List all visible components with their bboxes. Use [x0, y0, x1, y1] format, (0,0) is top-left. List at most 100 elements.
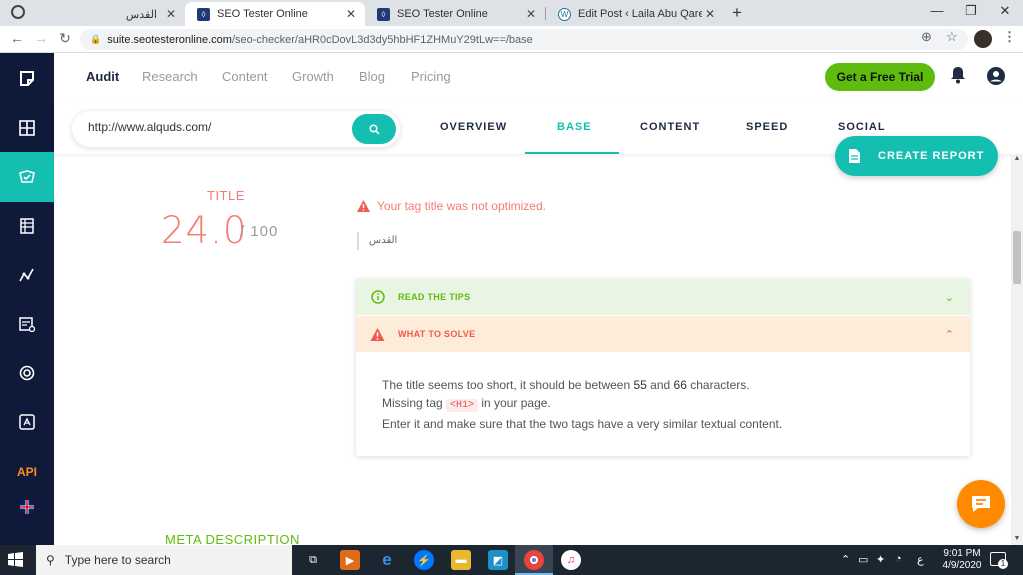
nav-pricing[interactable]: Pricing — [411, 69, 451, 84]
search-icon: ⚲ — [46, 553, 55, 567]
sidebar-item-backlinks[interactable] — [0, 397, 54, 447]
chrome-menu-icon[interactable] — [11, 5, 25, 19]
sidebar-item-reports[interactable] — [0, 201, 54, 251]
analyze-search-button[interactable] — [352, 114, 396, 144]
tab-title: القدس — [125, 8, 157, 21]
store-icon[interactable]: ◩ — [488, 550, 508, 570]
chat-support-button[interactable] — [957, 480, 1005, 528]
tab-social[interactable]: SOCIAL — [838, 121, 886, 133]
minimize-icon[interactable]: — — [922, 3, 952, 18]
bookmark-star-icon[interactable]: ☆ — [946, 29, 958, 45]
user-account-icon[interactable] — [987, 67, 1005, 85]
read-the-tips-label: READ THE TIPS — [398, 292, 471, 302]
nav-audit[interactable]: Audit — [86, 69, 119, 84]
input-language[interactable]: ع — [917, 553, 924, 566]
tab-close-icon[interactable]: ✕ — [163, 7, 179, 21]
taskbar-clock[interactable]: 9:01 PM 4/9/2020 — [938, 548, 986, 572]
create-report-label: CREATE REPORT — [878, 150, 985, 162]
tab-close-icon[interactable]: ✕ — [343, 7, 359, 21]
read-the-tips-header[interactable]: READ THE TIPS ⌄ — [356, 279, 970, 315]
url-path: /seo-checker/aHR0cDovL3d3dy5hbHF1ZHMuY29… — [231, 33, 533, 46]
sidebar-item-analytics[interactable] — [0, 250, 54, 300]
nav-content[interactable]: Content — [222, 69, 268, 84]
itunes-icon[interactable]: ♫ — [561, 550, 581, 570]
table-icon — [20, 218, 34, 234]
sidebar-item-seo-checker[interactable] — [0, 152, 54, 202]
warning-triangle-icon — [370, 327, 385, 341]
advice-line-2: Missing tag <H1> in your page. — [382, 396, 551, 412]
url-input[interactable] — [88, 120, 343, 134]
profile-avatar[interactable] — [974, 30, 992, 48]
omnibox[interactable]: 🔒 suite.seotesteronline.com/seo-checker/… — [80, 29, 968, 50]
chevron-up-icon: ⌃ — [944, 328, 954, 341]
target-icon — [19, 365, 35, 381]
forward-icon[interactable]: → — [32, 30, 50, 46]
tab-close-icon[interactable]: ✕ — [702, 7, 718, 21]
chrome-icon[interactable] — [524, 550, 544, 570]
tab-title: SEO Tester Online — [217, 8, 308, 20]
what-to-solve-header[interactable]: WHAT TO SOLVE ⌃ — [356, 316, 970, 352]
title-score: 24.0 — [161, 209, 248, 252]
tab-close-icon[interactable]: ✕ — [523, 7, 539, 21]
zoom-icon[interactable]: ⊕ — [921, 29, 932, 45]
taskbar-search-box[interactable]: ⚲ Type here to search — [36, 545, 292, 575]
notification-center-icon[interactable]: 1 — [990, 552, 1008, 569]
new-tab-button[interactable]: + — [732, 3, 742, 23]
grid-icon — [19, 120, 35, 136]
what-to-solve-label: WHAT TO SOLVE — [398, 329, 476, 339]
nav-growth[interactable]: Growth — [292, 69, 334, 84]
tab-title: SEO Tester Online — [397, 8, 488, 20]
scroll-up-arrow-icon[interactable]: ▲ — [1012, 155, 1022, 162]
restore-icon[interactable]: ❐ — [956, 3, 986, 19]
seo-tester-favicon-icon: ◊ — [197, 7, 210, 21]
dropbox-icon[interactable]: ✦ — [876, 553, 885, 566]
taskbar-search-placeholder: Type here to search — [64, 553, 171, 567]
sidebar-item-api[interactable]: API — [0, 465, 54, 479]
file-explorer-icon[interactable]: ▬ — [451, 550, 471, 570]
reload-icon[interactable]: ↻ — [56, 30, 74, 47]
page-scrollbar[interactable] — [1011, 154, 1023, 545]
tab-overview[interactable]: OVERVIEW — [440, 121, 507, 133]
nav-blog[interactable]: Blog — [359, 69, 385, 84]
info-circle-icon — [371, 290, 385, 304]
bell-icon[interactable] — [951, 66, 965, 84]
free-trial-button[interactable]: Get a Free Trial — [825, 63, 935, 91]
sidebar-logo[interactable] — [0, 53, 54, 103]
sidebar-item-monitor[interactable] — [0, 348, 54, 398]
scrollbar-thumb[interactable] — [1013, 231, 1021, 284]
sidebar: API — [0, 53, 54, 545]
title-warning: Your tag title was not optimized. — [357, 199, 546, 213]
title-score-max: / 100 — [240, 223, 279, 240]
task-view-icon[interactable]: ⧉ — [303, 550, 323, 570]
menu-kebab-icon[interactable]: ⋮ — [1003, 29, 1016, 45]
browser-tab-4[interactable]: W Edit Post ‹ Laila Abu Qare — Wo ✕ — [546, 2, 724, 26]
tab-content[interactable]: CONTENT — [640, 121, 700, 133]
browser-tab-strip: القدس ✕ ◊ SEO Tester Online ✕ ◊ SEO Test… — [0, 0, 1023, 26]
tray-expand-icon[interactable]: ⌃ — [841, 553, 850, 566]
battery-icon[interactable]: ▭ — [858, 553, 868, 566]
scroll-down-arrow-icon[interactable]: ▼ — [1012, 535, 1022, 542]
browser-tab-1[interactable]: القدس ✕ — [40, 2, 185, 26]
sidebar-item-dashboard[interactable] — [0, 103, 54, 153]
browser-tab-3[interactable]: ◊ SEO Tester Online ✕ — [365, 2, 545, 26]
close-window-icon[interactable]: ✕ — [990, 3, 1020, 19]
document-icon — [849, 149, 860, 163]
windows-start-icon[interactable] — [8, 552, 23, 567]
wifi-icon[interactable]: ◔ — [895, 553, 902, 565]
tab-base[interactable]: BASE — [557, 121, 592, 133]
nav-research[interactable]: Research — [142, 69, 198, 84]
current-title-tag: القدس — [357, 232, 397, 250]
create-report-button[interactable]: CREATE REPORT — [835, 136, 998, 176]
browser-tab-2[interactable]: ◊ SEO Tester Online ✕ — [185, 2, 365, 26]
media-player-icon[interactable]: ▶ — [340, 550, 360, 570]
sidebar-item-content[interactable] — [0, 299, 54, 349]
language-flag-icon[interactable] — [0, 482, 54, 532]
what-to-solve-body: The title seems too short, it should be … — [382, 376, 782, 433]
tab-speed[interactable]: SPEED — [746, 121, 788, 133]
seo-tester-favicon-icon: ◊ — [377, 7, 390, 21]
clock-date: 4/9/2020 — [942, 560, 982, 571]
edge-icon[interactable]: e — [377, 550, 397, 570]
h1-tag-code: <H1> — [446, 399, 479, 412]
back-icon[interactable]: ← — [8, 30, 26, 46]
messenger-icon[interactable]: ⚡ — [414, 550, 434, 570]
